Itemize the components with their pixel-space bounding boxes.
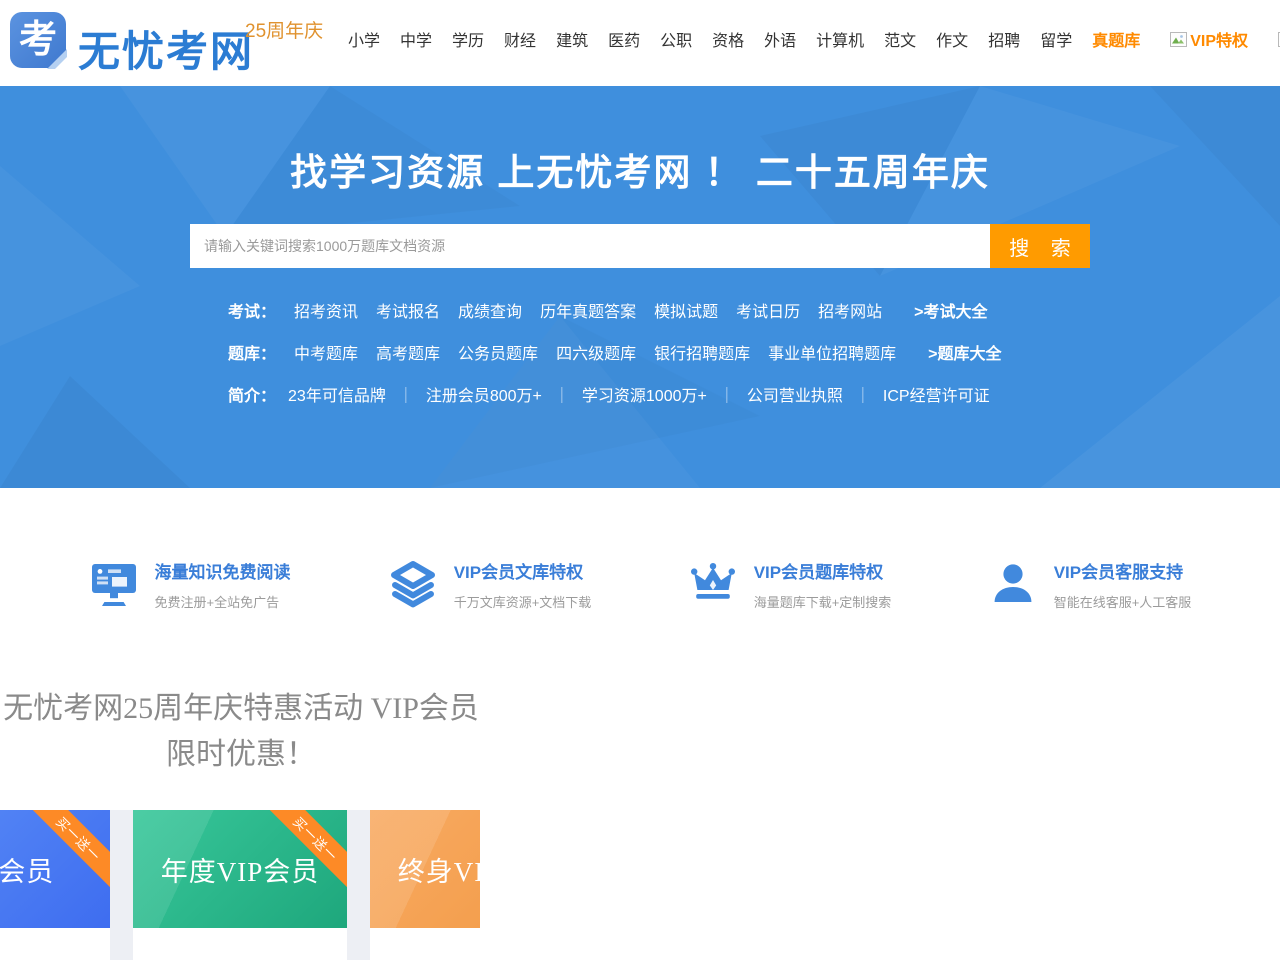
feature-support: VIP会员客服支持 智能在线客服+人工客服 bbox=[940, 558, 1240, 611]
link-gaokao-tiku[interactable]: 高考题库 bbox=[376, 340, 440, 364]
feature-subtitle: 免费注册+全站免广告 bbox=[155, 592, 291, 611]
vip-card-header: 终身VIP会员 买一送一 bbox=[370, 810, 480, 928]
intro-row: 简介： 23年可信品牌 ｜ 注册会员800万+ ｜ 学习资源1000万+ ｜ 公… bbox=[228, 373, 1001, 415]
link-mock-tests[interactable]: 模拟试题 bbox=[654, 298, 718, 322]
logo-glyph: 考 bbox=[19, 21, 57, 59]
feature-title[interactable]: VIP会员客服支持 bbox=[1054, 558, 1192, 583]
link-bank-tiku[interactable]: 银行招聘题库 bbox=[654, 340, 750, 364]
separator: ｜ bbox=[719, 382, 735, 406]
separator: ｜ bbox=[855, 382, 871, 406]
layers-icon bbox=[389, 558, 437, 608]
vip-card-annual[interactable]: 年度VIP会员 买一送一 bbox=[133, 810, 347, 960]
nav-item-middle-school[interactable]: 中学 bbox=[400, 27, 432, 51]
intro-brand[interactable]: 23年可信品牌 bbox=[288, 382, 386, 406]
link-cet-tiku[interactable]: 四六级题库 bbox=[556, 340, 636, 364]
nav-item-computer[interactable]: 计算机 bbox=[816, 27, 864, 51]
feature-subtitle: 智能在线客服+人工客服 bbox=[1054, 592, 1192, 611]
exam-links-row: 考试： 招考资讯 考试报名 成绩查询 历年真题答案 模拟试题 考试日历 招考网站… bbox=[228, 289, 1001, 331]
hero-title: 找学习资源 上无忧考网 ！ 二十五周年庆 bbox=[0, 142, 1280, 196]
feature-row: 海量知识免费阅读 免费注册+全站免广告 VIP会员文库特权 千万文库资源+文档下… bbox=[40, 558, 1240, 611]
feature-library-privilege: VIP会员文库特权 千万文库资源+文档下载 bbox=[340, 558, 640, 611]
link-tiku-all[interactable]: >题库大全 bbox=[928, 340, 1001, 364]
hero-banner: 找学习资源 上无忧考网 ！ 二十五周年庆 搜 索 考试： 招考资讯 考试报名 成… bbox=[0, 86, 1280, 488]
nav-vip-label: VIP特权 bbox=[1190, 27, 1248, 51]
nav-item-primary-school[interactable]: 小学 bbox=[348, 27, 380, 51]
vip-card-monthly[interactable]: VIP会员 买一送一 bbox=[0, 810, 110, 960]
feature-tiku-privilege: VIP会员题库特权 海量题库下载+定制搜索 bbox=[640, 558, 940, 611]
vip-card-header: VIP会员 买一送一 bbox=[0, 810, 110, 928]
link-exam-news[interactable]: 招考资讯 bbox=[294, 298, 358, 322]
link-civil-tiku[interactable]: 公务员题库 bbox=[458, 340, 538, 364]
separator: ｜ bbox=[398, 382, 414, 406]
feature-title[interactable]: VIP会员题库特权 bbox=[754, 558, 892, 583]
site-logo[interactable]: 考 bbox=[10, 12, 66, 68]
link-institution-tiku[interactable]: 事业单位招聘题库 bbox=[768, 340, 896, 364]
nav-item-vip-privilege[interactable]: VIP特权 bbox=[1170, 27, 1248, 51]
nav-item-composition[interactable]: 作文 bbox=[936, 27, 968, 51]
vip-card-strip: VIP会员 买一送一 年度VIP会员 买一送一 终身VIP会员 买一送一 bbox=[0, 810, 480, 960]
promo-section-title: 无忧考网25周年庆特惠活动 VIP会员限时优惠！ bbox=[0, 686, 482, 778]
nav-item-finance[interactable]: 财经 bbox=[504, 27, 536, 51]
row-label-intro: 简介： bbox=[228, 382, 276, 406]
nav-item-real-question-bank[interactable]: 真题库 bbox=[1092, 27, 1140, 51]
nav-item-medical[interactable]: 医药 bbox=[608, 27, 640, 51]
search-bar: 搜 索 bbox=[190, 224, 1090, 268]
crown-icon bbox=[689, 558, 737, 608]
nav-item-construction[interactable]: 建筑 bbox=[556, 27, 588, 51]
feature-title[interactable]: VIP会员文库特权 bbox=[454, 558, 592, 583]
vip-card-lifetime[interactable]: 终身VIP会员 买一送一 bbox=[370, 810, 480, 960]
user-icon bbox=[989, 558, 1037, 608]
hero-quick-links: 考试： 招考资讯 考试报名 成绩查询 历年真题答案 模拟试题 考试日历 招考网站… bbox=[228, 289, 1001, 415]
nav-item-foreign-language[interactable]: 外语 bbox=[764, 27, 796, 51]
vip-card-name: 终身VIP会员 bbox=[398, 850, 480, 889]
feature-title[interactable]: 海量知识免费阅读 bbox=[155, 558, 291, 583]
intro-resources[interactable]: 学习资源1000万+ bbox=[582, 382, 707, 406]
anniversary-badge: 25周年庆 bbox=[245, 16, 323, 43]
top-nav: 小学 中学 学历 财经 建筑 医药 公职 资格 外语 计算机 范文 作文 招聘 … bbox=[348, 27, 1280, 51]
feature-free-reading: 海量知识免费阅读 免费注册+全站免广告 bbox=[40, 558, 340, 611]
intro-members[interactable]: 注册会员800万+ bbox=[426, 382, 542, 406]
feature-subtitle: 千万文库资源+文档下载 bbox=[454, 592, 592, 611]
vip-card-row: VIP会员 买一送一 年度VIP会员 买一送一 终身VIP会员 买一送一 bbox=[0, 810, 480, 960]
monitor-icon bbox=[90, 558, 138, 608]
link-exam-register[interactable]: 考试报名 bbox=[376, 298, 440, 322]
row-label-tiku: 题库： bbox=[228, 340, 276, 364]
site-name[interactable]: 无忧考网 bbox=[78, 18, 254, 79]
vip-card-name: VIP会员 bbox=[0, 850, 54, 889]
page: 考 无忧考网 25周年庆 小学 中学 学历 财经 建筑 医药 公职 资格 外语 … bbox=[0, 0, 1280, 960]
nav-item-study-abroad[interactable]: 留学 bbox=[1040, 27, 1072, 51]
nav-item-civil-service[interactable]: 公职 bbox=[660, 27, 692, 51]
nav-item-degree[interactable]: 学历 bbox=[452, 27, 484, 51]
search-button[interactable]: 搜 索 bbox=[990, 224, 1090, 268]
link-exam-calendar[interactable]: 考试日历 bbox=[736, 298, 800, 322]
vip-card-name: 年度VIP会员 bbox=[161, 850, 320, 889]
link-score-query[interactable]: 成绩查询 bbox=[458, 298, 522, 322]
separator: ｜ bbox=[554, 382, 570, 406]
intro-license[interactable]: 公司营业执照 bbox=[747, 382, 843, 406]
row-label-exam: 考试： bbox=[228, 298, 276, 322]
intro-icp[interactable]: ICP经营许可证 bbox=[883, 382, 990, 406]
search-input[interactable] bbox=[190, 224, 990, 268]
nav-item-model-essay[interactable]: 范文 bbox=[884, 27, 916, 51]
feature-subtitle: 海量题库下载+定制搜索 bbox=[754, 592, 892, 611]
link-exam-sites[interactable]: 招考网站 bbox=[818, 298, 882, 322]
link-exam-all[interactable]: >考试大全 bbox=[914, 298, 987, 322]
nav-item-qualification[interactable]: 资格 bbox=[712, 27, 744, 51]
broken-image-icon bbox=[1170, 32, 1187, 47]
nav-item-recruitment[interactable]: 招聘 bbox=[988, 27, 1020, 51]
link-past-answers[interactable]: 历年真题答案 bbox=[540, 298, 636, 322]
link-zhongkao-tiku[interactable]: 中考题库 bbox=[294, 340, 358, 364]
tiku-links-row: 题库： 中考题库 高考题库 公务员题库 四六级题库 银行招聘题库 事业单位招聘题… bbox=[228, 331, 1001, 373]
header: 考 无忧考网 25周年庆 小学 中学 学历 财经 建筑 医药 公职 资格 外语 … bbox=[0, 0, 1280, 86]
vip-card-header: 年度VIP会员 买一送一 bbox=[133, 810, 347, 928]
